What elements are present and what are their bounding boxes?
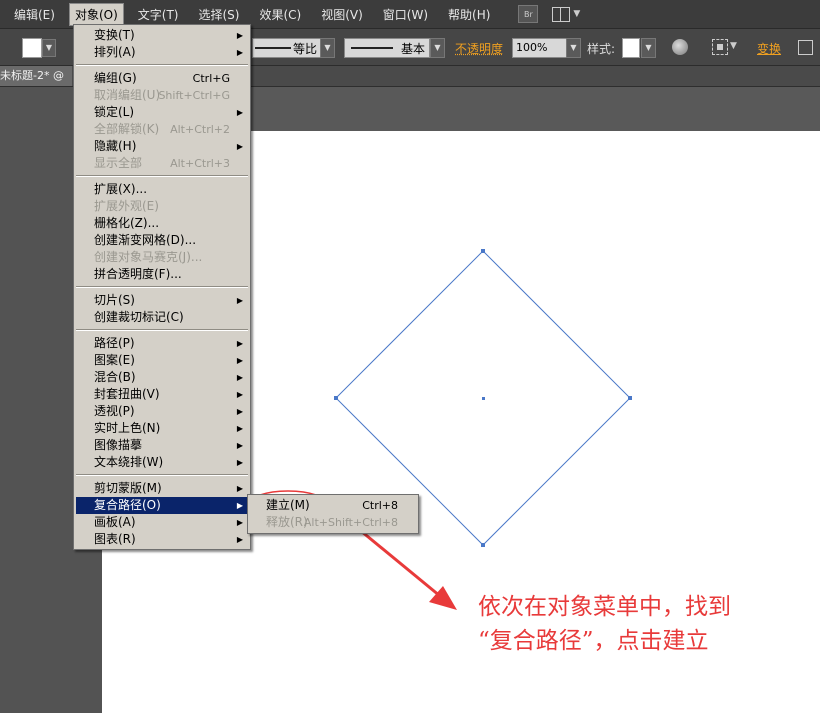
menu-item-label: 变换(T)	[94, 28, 135, 42]
center-point	[482, 397, 485, 400]
menu-item-flatten-transparency[interactable]: 拼合透明度(F)...	[76, 266, 248, 283]
menu-item-envelope-distort[interactable]: 封套扭曲(V) ▶	[76, 386, 248, 403]
submenu-arrow-icon: ▶	[236, 296, 243, 305]
menu-item-lock[interactable]: 锁定(L) ▶	[76, 104, 248, 121]
menu-item-label: 创建对象马赛克(J)...	[94, 250, 203, 264]
anchor-point-left[interactable]	[334, 396, 338, 400]
menu-item-expand-appearance[interactable]: 扩展外观(E)	[76, 198, 248, 215]
menu-item-label: 排列(A)	[94, 45, 136, 59]
menu-item-expand[interactable]: 扩展(X)...	[76, 181, 248, 198]
submenu-arrow-icon: ▶	[236, 535, 243, 544]
menu-item-hide[interactable]: 隐藏(H) ▶	[76, 138, 248, 155]
submenu-arrow-icon: ▶	[236, 441, 243, 450]
submenu-arrow-icon: ▶	[236, 142, 243, 151]
menu-item-transform[interactable]: 变换(T) ▶	[76, 27, 248, 44]
menu-item-shortcut: Ctrl+G	[192, 72, 230, 85]
menu-item-label: 锁定(L)	[94, 105, 135, 119]
menu-item-label: 显示全部	[94, 156, 143, 170]
menu-item-shortcut: Ctrl+8	[362, 499, 398, 512]
menu-item-label: 图像描摹	[94, 438, 143, 452]
menu-item-label: 路径(P)	[94, 336, 135, 350]
menu-item-compound-path[interactable]: 复合路径(O) ▶	[76, 497, 248, 514]
menu-item-gradient-mesh[interactable]: 创建渐变网格(D)...	[76, 232, 248, 249]
submenu-item-release[interactable]: 释放(R) Alt+Shift+Ctrl+8	[250, 514, 416, 531]
menu-separator	[76, 286, 248, 288]
submenu-arrow-icon: ▶	[236, 356, 243, 365]
menu-item-label: 混合(B)	[94, 370, 136, 384]
menu-separator	[76, 64, 248, 66]
menu-item-blend[interactable]: 混合(B) ▶	[76, 369, 248, 386]
menu-separator	[76, 175, 248, 177]
menu-item-label: 栅格化(Z)...	[94, 216, 160, 230]
menu-item-label: 切片(S)	[94, 293, 135, 307]
menu-item-live-paint[interactable]: 实时上色(N) ▶	[76, 420, 248, 437]
menu-item-label: 图案(E)	[94, 353, 135, 367]
menu-separator	[76, 329, 248, 331]
menu-item-label: 封套扭曲(V)	[94, 387, 160, 401]
submenu-arrow-icon: ▶	[236, 48, 243, 57]
menu-item-pattern[interactable]: 图案(E) ▶	[76, 352, 248, 369]
menu-item-label: 编组(G)	[94, 71, 137, 85]
menu-item-label: 扩展外观(E)	[94, 199, 159, 213]
menu-item-label: 建立(M)	[266, 498, 310, 512]
anchor-point-bottom[interactable]	[481, 543, 485, 547]
submenu-arrow-icon: ▶	[236, 407, 243, 416]
anchor-point-top[interactable]	[481, 249, 485, 253]
menu-item-label: 释放(R)	[266, 515, 308, 529]
menu-item-label: 透视(P)	[94, 404, 135, 418]
submenu-arrow-icon: ▶	[236, 108, 243, 117]
menu-item-graph[interactable]: 图表(R) ▶	[76, 531, 248, 548]
annotation-line-1: 依次在对象菜单中，找到	[478, 594, 731, 620]
menu-item-arrange[interactable]: 排列(A) ▶	[76, 44, 248, 61]
menu-item-label: 实时上色(N)	[94, 421, 161, 435]
menu-item-label: 文本绕排(W)	[94, 455, 164, 469]
menu-item-shortcut: Alt+Ctrl+3	[170, 157, 230, 170]
submenu-arrow-icon: ▶	[236, 390, 243, 399]
menu-item-label: 画板(A)	[94, 515, 136, 529]
menu-separator	[76, 474, 248, 476]
menu-item-label: 复合路径(O)	[94, 498, 161, 512]
menu-item-rasterize[interactable]: 栅格化(Z)...	[76, 215, 248, 232]
menu-item-artboards[interactable]: 画板(A) ▶	[76, 514, 248, 531]
submenu-arrow-icon: ▶	[236, 484, 243, 493]
annotation-text: 依次在对象菜单中，找到 “复合路径”，点击建立	[478, 590, 798, 658]
menu-item-label: 扩展(X)...	[94, 182, 148, 196]
submenu-arrow-icon: ▶	[236, 373, 243, 382]
menu-item-ungroup[interactable]: 取消编组(U) Shift+Ctrl+G	[76, 87, 248, 104]
menu-item-label: 创建渐变网格(D)...	[94, 233, 197, 247]
submenu-arrow-icon: ▶	[236, 518, 243, 527]
menu-item-show-all[interactable]: 显示全部 Alt+Ctrl+3	[76, 155, 248, 172]
submenu-arrow-icon: ▶	[236, 31, 243, 40]
menu-item-shortcut: Alt+Shift+Ctrl+8	[303, 516, 398, 529]
anchor-point-right[interactable]	[628, 396, 632, 400]
menu-item-label: 取消编组(U)	[94, 88, 161, 102]
menu-item-image-trace[interactable]: 图像描摹 ▶	[76, 437, 248, 454]
menu-item-shortcut: Shift+Ctrl+G	[158, 89, 230, 102]
submenu-item-make[interactable]: 建立(M) Ctrl+8	[250, 497, 416, 514]
menu-item-label: 剪切蒙版(M)	[94, 481, 162, 495]
submenu-arrow-icon: ▶	[236, 339, 243, 348]
menu-item-label: 创建裁切标记(C)	[94, 310, 184, 324]
menu-item-label: 全部解锁(K)	[94, 122, 160, 136]
menu-item-shortcut: Alt+Ctrl+2	[170, 123, 230, 136]
menu-item-group[interactable]: 编组(G) Ctrl+G	[76, 70, 248, 87]
menu-item-path[interactable]: 路径(P) ▶	[76, 335, 248, 352]
menu-item-label: 图表(R)	[94, 532, 136, 546]
menu-item-slice[interactable]: 切片(S) ▶	[76, 292, 248, 309]
submenu-arrow-icon: ▶	[236, 458, 243, 467]
submenu-arrow-icon: ▶	[236, 424, 243, 433]
submenu-arrow-icon: ▶	[236, 501, 243, 510]
menu-item-label: 隐藏(H)	[94, 139, 137, 153]
compound-path-submenu: 建立(M) Ctrl+8 释放(R) Alt+Shift+Ctrl+8	[247, 494, 419, 534]
menu-item-object-mosaic[interactable]: 创建对象马赛克(J)...	[76, 249, 248, 266]
menu-item-label: 拼合透明度(F)...	[94, 267, 182, 281]
menu-item-perspective[interactable]: 透视(P) ▶	[76, 403, 248, 420]
menu-item-clipping-mask[interactable]: 剪切蒙版(M) ▶	[76, 480, 248, 497]
menu-item-crop-marks[interactable]: 创建裁切标记(C)	[76, 309, 248, 326]
menu-item-text-wrap[interactable]: 文本绕排(W) ▶	[76, 454, 248, 471]
menu-item-unlock-all[interactable]: 全部解锁(K) Alt+Ctrl+2	[76, 121, 248, 138]
annotation-line-2: “复合路径”，点击建立	[478, 628, 709, 654]
object-menu: 变换(T) ▶ 排列(A) ▶ 编组(G) Ctrl+G 取消编组(U) Shi…	[73, 24, 251, 550]
